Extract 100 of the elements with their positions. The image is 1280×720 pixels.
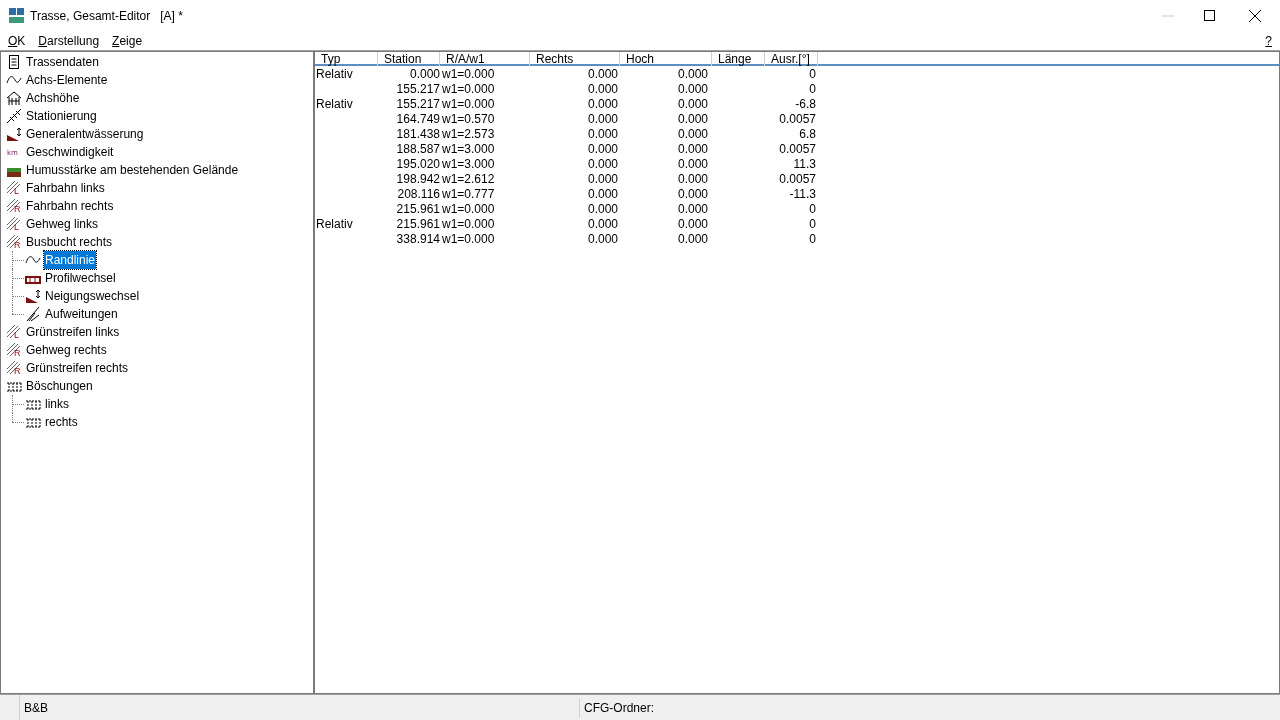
table-cell: 0.000 (677, 142, 708, 156)
table-cell: 0.000 (587, 97, 618, 111)
tree-item[interactable]: Fahrbahn links (26, 179, 105, 197)
table-cell: 0.0057 (779, 112, 816, 126)
table-cell: 155.217 (396, 97, 440, 111)
slope-icon (6, 126, 22, 142)
status-text: B&B (24, 699, 49, 717)
table-cell: 208.116 (397, 187, 440, 201)
tree-item[interactable]: Achshöhe (26, 89, 80, 107)
tree-item[interactable]: Geschwindigkeit (26, 143, 114, 161)
app-logo-icon (9, 7, 25, 24)
table-cell: w1=0.000 (442, 67, 495, 81)
table-cell: 0.000 (677, 157, 708, 171)
tree-item[interactable]: Neigungswechsel (45, 287, 140, 305)
table-cell: w1=0.570 (442, 112, 495, 126)
table-cell: 0.000 (677, 127, 708, 141)
table-cell: 195.020 (396, 157, 440, 171)
table-cell: 0.000 (587, 232, 618, 246)
tree-item[interactable]: Achs-Elemente (26, 71, 108, 89)
status-text: CFG-Ordner: (579, 698, 654, 717)
close-icon[interactable] (1249, 9, 1261, 22)
table-cell: -11.3 (789, 187, 816, 201)
table-cell: w1=0.000 (442, 82, 495, 96)
menu-item[interactable]: Zeige (112, 31, 143, 50)
menu-item[interactable]: Darstellung (38, 31, 100, 50)
column-header[interactable]: Länge (712, 52, 765, 66)
table-cell: 0.000 (587, 142, 618, 156)
table-cell: 0.000 (409, 67, 440, 81)
table-cell: 0.000 (677, 232, 708, 246)
table-cell: 0.000 (587, 202, 618, 216)
slope-icon (25, 288, 41, 304)
tree-item[interactable]: rechts (45, 413, 78, 431)
tree-item[interactable]: Busbucht rechts (26, 233, 113, 251)
tree-item[interactable]: Gehweg links (26, 215, 99, 233)
table-cell: 0.0057 (779, 172, 816, 186)
table-cell: w1=0.000 (442, 217, 495, 231)
table-cell: w1=0.000 (442, 202, 495, 216)
table-cell: 0.000 (677, 82, 708, 96)
hatched-lane-icon (6, 324, 22, 340)
table-cell: 6.8 (799, 127, 816, 141)
table-cell: 0.000 (677, 202, 708, 216)
help-menu[interactable]: ? (1265, 31, 1272, 50)
column-header[interactable]: Ausr.[°] (765, 52, 818, 66)
table-cell: 0.000 (677, 67, 708, 81)
tree-item[interactable]: Aufweitungen (45, 305, 118, 323)
table-cell: -6.8 (795, 97, 816, 111)
table-cell: 0.000 (587, 127, 618, 141)
table-cell: 338.914 (396, 232, 440, 246)
table-cell: w1=2.612 (442, 172, 495, 186)
column-header[interactable]: Rechts (530, 52, 620, 66)
table-cell: 11.3 (793, 157, 816, 171)
table-cell: 164.749 (396, 112, 440, 126)
tree-item[interactable]: Humusstärke am bestehenden Gelände (26, 161, 239, 179)
table-cell: 215.961 (396, 217, 440, 231)
table-cell: 0 (809, 232, 816, 246)
table-cell: w1=2.573 (442, 127, 495, 141)
icon-letter: L (14, 187, 19, 196)
hatched-lane-icon (6, 234, 22, 250)
table-cell: 0.000 (677, 217, 708, 231)
tree-item[interactable]: links (45, 395, 69, 413)
table-cell: Relativ (316, 97, 353, 111)
table-cell: 0.000 (677, 172, 708, 186)
table-cell: 198.942 (396, 172, 440, 186)
icon-letter: L (14, 223, 19, 232)
menu-item[interactable]: OK (8, 31, 26, 50)
tree-item[interactable]: Stationierung (26, 107, 97, 125)
tree-item[interactable]: Profilwechsel (45, 269, 116, 287)
column-header[interactable]: Hoch (620, 52, 712, 66)
table-cell: 215.961 (396, 202, 440, 216)
tree-item[interactable]: Gehweg rechts (26, 341, 107, 359)
table-cell: 155.217 (396, 82, 440, 96)
tree-item[interactable]: Böschungen (26, 377, 93, 395)
table-cell: 181.438 (396, 127, 440, 141)
table-cell: Relativ (316, 217, 353, 231)
window-title: Trasse, Gesamt-Editor [A] * (30, 7, 183, 25)
table-cell: 0 (809, 217, 816, 231)
table-cell: Relativ (316, 67, 353, 81)
tree-item[interactable]: Generalentwässerung (26, 125, 144, 143)
table-cell: w1=0.000 (442, 232, 495, 246)
column-header[interactable]: R/A/w1 (440, 52, 530, 66)
tree-item[interactable]: Grünstreifen links (26, 323, 120, 341)
tree-item[interactable]: Trassendaten (26, 53, 99, 71)
table-cell: 0 (809, 67, 816, 81)
widening-icon (25, 306, 41, 322)
table-cell: w1=0.000 (442, 97, 495, 111)
column-header[interactable]: Station (378, 52, 440, 66)
table-cell: w1=3.000 (442, 142, 495, 156)
table-cell: 0.000 (587, 67, 618, 81)
table-cell: 0.000 (677, 187, 708, 201)
table-cell: 0 (809, 82, 816, 96)
column-header[interactable]: Typ (315, 52, 378, 66)
table-cell: 188.587 (396, 142, 440, 156)
table-cell: 0.000 (587, 172, 618, 186)
tree-item[interactable]: Grünstreifen rechts (26, 359, 129, 377)
tree-item[interactable]: Randlinie (44, 251, 97, 269)
table-cell: 0.000 (677, 97, 708, 111)
tree-item[interactable]: Fahrbahn rechts (26, 197, 114, 215)
hatched-lane-icon (6, 180, 22, 196)
hatched-lane-icon (6, 198, 22, 214)
maximize-icon[interactable] (1204, 10, 1215, 21)
